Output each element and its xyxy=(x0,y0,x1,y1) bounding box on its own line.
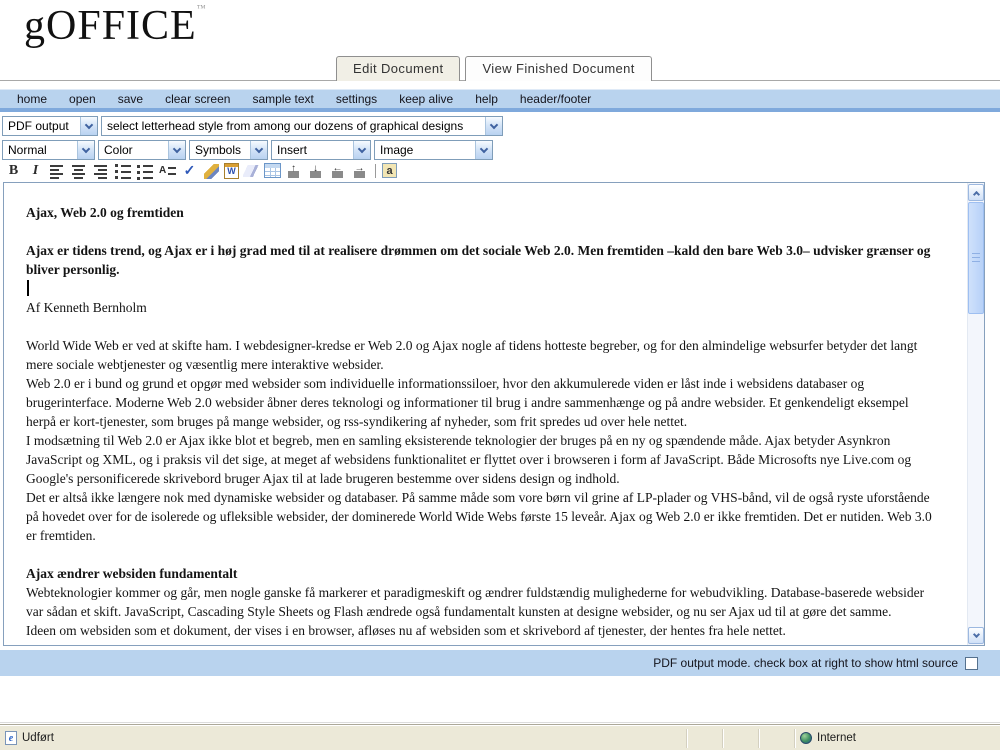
align-center-icon[interactable] xyxy=(70,161,89,180)
document-paragraph-clipped: Ideen om websiden som et dokument, der v… xyxy=(26,623,786,638)
chevron-down-icon[interactable] xyxy=(353,141,370,159)
document-lead: Ajax er tidens trend, og Ajax er i høj g… xyxy=(26,243,931,277)
menu-item-sample-text[interactable]: sample text xyxy=(241,92,324,106)
color-select-value: Color xyxy=(104,143,133,157)
document-paragraph: I modsætning til Web 2.0 er Ajax ikke bl… xyxy=(26,433,912,486)
pdf-mode-note: PDF output mode. check box at right to s… xyxy=(653,656,958,670)
chevron-down-icon[interactable] xyxy=(250,141,267,159)
html-mode-icon[interactable]: a xyxy=(382,163,397,178)
spellcheck-icon[interactable]: ✓ xyxy=(180,162,199,180)
scrollbar-thumb[interactable] xyxy=(968,202,984,314)
document-paragraph: Web 2.0 er i bund og grund et opgør med … xyxy=(26,376,909,429)
trademark-symbol: ™ xyxy=(196,3,206,13)
pdf-mode-note-bar: PDF output mode. check box at right to s… xyxy=(0,650,1000,676)
insert-select[interactable]: Insert xyxy=(271,140,371,160)
bullet-list-icon[interactable] xyxy=(136,161,155,180)
chevron-down-icon[interactable] xyxy=(475,141,492,159)
symbols-select-value: Symbols xyxy=(195,143,242,157)
numbered-list-icon[interactable] xyxy=(114,161,133,180)
menu-item-open[interactable]: open xyxy=(58,92,107,106)
paste-from-word-icon[interactable]: W xyxy=(224,162,239,179)
letterhead-style-value: select letterhead style from among our d… xyxy=(107,119,464,133)
menu-item-home[interactable]: home xyxy=(6,92,58,106)
document-content[interactable]: Ajax, Web 2.0 og fremtiden Ajax er tiden… xyxy=(4,183,967,645)
menu-item-save[interactable]: save xyxy=(107,92,154,106)
chevron-down-icon[interactable] xyxy=(80,117,97,135)
line-style-icon[interactable]: A xyxy=(158,161,177,180)
tab-edit-document[interactable]: Edit Document xyxy=(336,56,461,81)
menu-item-keep-alive[interactable]: keep alive xyxy=(388,92,464,106)
align-left-icon[interactable] xyxy=(48,161,67,180)
status-pane: e Udført xyxy=(0,728,687,748)
html-source-checkbox[interactable] xyxy=(965,656,978,670)
split-cell-icon[interactable]: ↓ xyxy=(306,162,325,180)
insert-column-icon[interactable]: ← xyxy=(328,162,347,180)
status-pane-empty xyxy=(759,728,795,748)
output-format-select[interactable]: PDF output xyxy=(2,116,98,136)
document-paragraph: Det er altså ikke længere nok med dynami… xyxy=(26,490,932,543)
editor-scrollbar[interactable] xyxy=(967,183,984,645)
output-select-row: PDF output select letterhead style from … xyxy=(2,116,503,136)
text-cursor xyxy=(27,280,29,296)
format-select-row: Normal Color Symbols Insert Image xyxy=(2,140,493,160)
image-select[interactable]: Image xyxy=(374,140,493,160)
goffice-app: gOFFICE™ Edit Document View Finished Doc… xyxy=(0,0,1000,750)
menu-item-header-footer[interactable]: header/footer xyxy=(509,92,602,106)
tab-bar: Edit Document View Finished Document xyxy=(336,56,652,81)
italic-icon[interactable]: I xyxy=(26,162,45,180)
status-pane-empty xyxy=(723,728,759,748)
ie-document-icon: e xyxy=(5,731,17,745)
cursor-line xyxy=(26,279,937,298)
align-right-icon[interactable] xyxy=(92,161,111,180)
chevron-down-icon[interactable] xyxy=(168,141,185,159)
editor-area[interactable]: Ajax, Web 2.0 og fremtiden Ajax er tiden… xyxy=(3,182,985,646)
document-heading: Ajax, Web 2.0 og fremtiden xyxy=(26,205,184,220)
app-logo: gOFFICE™ xyxy=(24,2,206,50)
document-byline: Af Kenneth Bernholm xyxy=(26,300,147,315)
paragraph-style-select[interactable]: Normal xyxy=(2,140,95,160)
tab-view-finished-document[interactable]: View Finished Document xyxy=(465,56,652,81)
scroll-down-icon[interactable] xyxy=(968,627,984,644)
insert-row-icon[interactable]: ↑ xyxy=(284,162,303,180)
format-painter-icon[interactable] xyxy=(202,161,221,180)
document-subheading: Ajax ændrer websiden fundamentalt xyxy=(26,566,238,581)
zone-text: Internet xyxy=(817,732,856,744)
globe-icon xyxy=(800,732,812,744)
chevron-down-icon[interactable] xyxy=(77,141,94,159)
security-zone-pane: Internet xyxy=(795,729,1000,748)
output-format-value: PDF output xyxy=(8,119,69,133)
insert-table-icon[interactable] xyxy=(264,163,281,178)
delete-column-icon[interactable]: → xyxy=(350,162,369,180)
menu-item-settings[interactable]: settings xyxy=(325,92,388,106)
bold-icon[interactable]: B xyxy=(4,162,23,180)
app-logo-text: gOFFICE xyxy=(24,3,197,49)
content-bottom-divider xyxy=(0,722,1000,723)
formatting-toolbar: B I A ✓ W ↑ ↓ ← → a xyxy=(2,160,399,181)
insert-select-value: Insert xyxy=(277,143,308,157)
menu-item-help[interactable]: help xyxy=(464,92,509,106)
chevron-down-icon[interactable] xyxy=(485,117,502,135)
toolbar-separator xyxy=(375,163,376,178)
status-bar: e Udført Internet xyxy=(0,725,1000,750)
paragraph-style-value: Normal xyxy=(8,143,47,157)
status-text: Udført xyxy=(22,732,54,744)
menu-bar: home open save clear screen sample text … xyxy=(0,89,1000,112)
image-select-value: Image xyxy=(380,143,414,157)
symbols-select[interactable]: Symbols xyxy=(189,140,268,160)
eraser-icon[interactable] xyxy=(242,161,261,180)
document-paragraph: World Wide Web er ved at skifte ham. I w… xyxy=(26,338,918,372)
letterhead-style-select[interactable]: select letterhead style from among our d… xyxy=(101,116,503,136)
color-select[interactable]: Color xyxy=(98,140,186,160)
document-paragraph: Webteknologier kommer og går, men nogle … xyxy=(26,585,925,619)
scroll-up-icon[interactable] xyxy=(968,184,984,201)
status-pane-empty xyxy=(687,728,723,748)
menu-item-clear-screen[interactable]: clear screen xyxy=(154,92,241,106)
